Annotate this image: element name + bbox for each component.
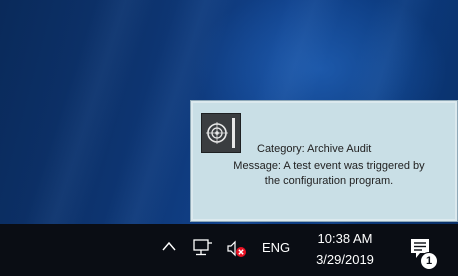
notification-count-badge: 1 [420, 252, 438, 270]
system-clock[interactable]: 10:38 AM 3/29/2019 [310, 228, 380, 270]
volume-muted-icon[interactable] [226, 239, 248, 259]
taskbar: ENG 10:38 AM 3/29/2019 1 [0, 224, 458, 276]
input-language-indicator[interactable]: ENG [262, 240, 290, 255]
toast-message-line2: the configuration program. [264, 175, 394, 187]
toast-message-line1: Message: A test event was triggered by [233, 160, 425, 172]
chevron-up-icon[interactable] [162, 240, 176, 254]
clock-time: 10:38 AM [317, 231, 373, 246]
network-icon[interactable] [193, 239, 213, 257]
toast-category: Category: Archive Audit [257, 143, 372, 155]
target-event-icon [201, 113, 241, 153]
event-notification-toast[interactable]: Category: Archive Audit Message: A test … [190, 100, 458, 222]
toast-message: Message: A test event was triggered by t… [199, 159, 458, 189]
clock-date: 3/29/2019 [316, 252, 374, 267]
